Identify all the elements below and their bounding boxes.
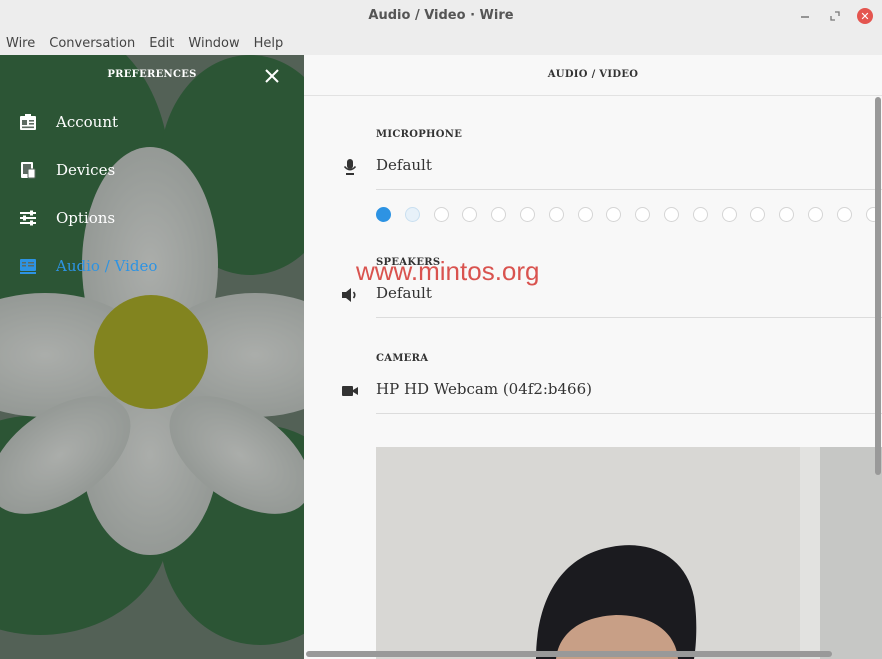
level-dot [491, 207, 507, 222]
vertical-scrollbar[interactable] [875, 97, 881, 475]
title-bar: Audio / Video · Wire ✕ [0, 0, 882, 32]
microphone-value: Default [376, 156, 432, 174]
level-dot [520, 207, 535, 222]
close-icon: ✕ [857, 8, 873, 24]
sidebar-item-label: Devices [56, 161, 116, 179]
sidebar-item-label: Audio / Video [56, 257, 158, 275]
speakers-divider [376, 317, 882, 318]
devices-icon [21, 162, 36, 179]
camera-divider [376, 413, 882, 414]
menu-window[interactable]: Window [188, 36, 239, 51]
minimize-icon [801, 16, 809, 18]
camera-select[interactable]: HP HD Webcam (04f2:b466) [340, 376, 882, 406]
watermark-text: www.mintos.org [356, 256, 540, 286]
level-dot [721, 207, 737, 222]
camera-value: HP HD Webcam (04f2:b466) [376, 380, 592, 398]
restore-button[interactable] [825, 6, 845, 26]
menu-help[interactable]: Help [254, 36, 284, 51]
restore-icon [830, 11, 840, 21]
sidebar-item-label: Account [56, 113, 119, 131]
video-camera-icon [342, 386, 358, 396]
level-dot [404, 207, 420, 222]
sidebar-item-devices[interactable]: Devices [0, 152, 304, 188]
account-card-icon [20, 114, 36, 130]
microphone-label: MICROPHONE [376, 129, 463, 140]
sidebar-item-options[interactable]: Options [0, 200, 304, 236]
microphone-icon [343, 159, 357, 175]
menu-edit[interactable]: Edit [149, 36, 174, 51]
level-dot [433, 207, 449, 222]
audio-video-icon [20, 259, 36, 274]
level-dot [548, 207, 564, 222]
level-dot [692, 207, 708, 222]
page-title: AUDIO / VIDEO [547, 69, 639, 80]
minimize-button[interactable] [795, 6, 815, 26]
sliders-icon [20, 210, 36, 226]
level-dot [664, 207, 679, 222]
sidebar-item-audio-video[interactable]: Audio / Video [0, 248, 304, 284]
speaker-icon [342, 288, 356, 302]
camera-preview [376, 447, 882, 659]
microphone-divider [376, 189, 882, 190]
preferences-title: PREFERENCES [107, 69, 197, 80]
audio-video-panel: AUDIO / VIDEO MICROPHONE Default SPEAKER… [304, 55, 882, 659]
window-title: Audio / Video · Wire [368, 8, 514, 23]
level-dot [750, 207, 766, 222]
close-preferences-icon[interactable] [261, 65, 283, 87]
microphone-select[interactable]: Default [340, 152, 882, 182]
microphone-level-meter [376, 207, 882, 223]
level-dot [606, 207, 622, 222]
camera-label: CAMERA [376, 353, 429, 364]
horizontal-scrollbar[interactable] [306, 651, 832, 657]
close-window-button[interactable]: ✕ [855, 6, 875, 26]
level-dot [376, 207, 391, 222]
level-dot [635, 207, 651, 222]
camera-preview-image [376, 447, 882, 659]
header-divider [304, 95, 882, 96]
sidebar-item-account[interactable]: Account [0, 104, 304, 140]
level-dot [779, 207, 795, 222]
menu-bar: Wire Conversation Edit Window Help [0, 32, 882, 55]
level-dot [808, 207, 823, 222]
level-dot [462, 207, 478, 222]
sidebar-dim-overlay [0, 55, 304, 659]
preferences-sidebar: PREFERENCES Account Devices Options Audi… [0, 55, 304, 659]
sidebar-item-label: Options [56, 209, 116, 227]
level-dot [836, 207, 852, 222]
level-dot [577, 207, 593, 222]
menu-conversation[interactable]: Conversation [49, 36, 135, 51]
menu-wire[interactable]: Wire [6, 36, 35, 51]
